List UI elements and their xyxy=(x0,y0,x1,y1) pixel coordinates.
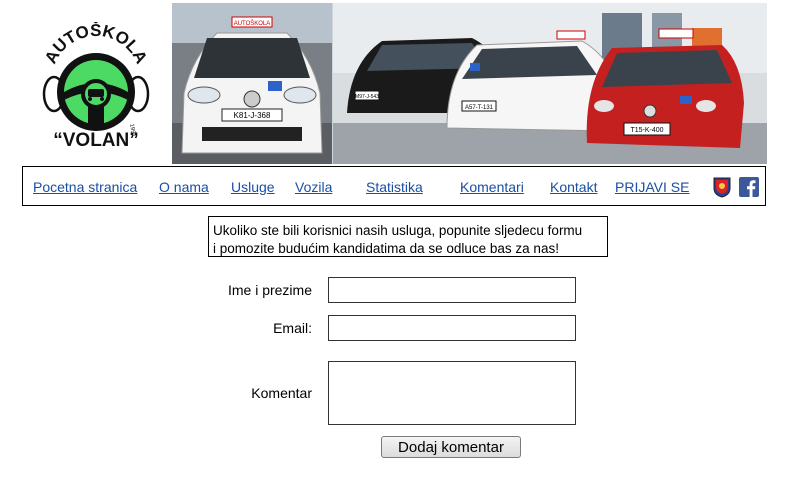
comment-textarea[interactable] xyxy=(328,361,576,425)
nav-link-about[interactable]: O nama xyxy=(159,179,209,195)
nav-link-services[interactable]: Usluge xyxy=(231,179,275,195)
nav-link-home[interactable]: Pocetna stranica xyxy=(33,179,137,195)
nav-link-vehicles[interactable]: Vozila xyxy=(295,179,332,195)
nav-link-contact[interactable]: Kontakt xyxy=(550,179,597,195)
intro-line-2: i pomozite budućim kandidatima da se odl… xyxy=(213,241,559,256)
name-input[interactable] xyxy=(328,277,576,303)
roof-sign-text: AUTOŠKOLA xyxy=(234,20,271,27)
intro-message: Ukoliko ste bili korisnici nasih usluga,… xyxy=(208,216,608,257)
plate-3: T15-K-400 xyxy=(630,127,663,134)
plate-2: A57-T-131 xyxy=(465,105,494,111)
facebook-icon[interactable] xyxy=(739,177,759,202)
nav-link-statistics[interactable]: Statistika xyxy=(366,179,423,195)
main-navigation: Pocetna stranica O nama Usluge Vozila St… xyxy=(22,166,766,206)
name-label: Ime i prezime xyxy=(227,282,312,298)
email-input[interactable] xyxy=(328,315,576,341)
nav-link-comments[interactable]: Komentari xyxy=(460,179,524,195)
comment-label: Komentar xyxy=(251,385,312,401)
email-label: Email: xyxy=(273,320,312,336)
plate-1: K81-J-368 xyxy=(234,111,271,120)
coat-of-arms-icon[interactable] xyxy=(713,177,731,203)
plate-4: M97-J-543 xyxy=(355,94,379,100)
school-logo: AUTOŠKOLA 1991 “VOLAN” xyxy=(30,21,160,152)
submit-comment-button[interactable]: Dodaj komentar xyxy=(381,436,521,458)
intro-line-1: Ukoliko ste bili korisnici nasih usluga,… xyxy=(213,223,583,238)
header-banner-photo: AUTOŠKOLA K81-J-368 M97-J-543 A57-T-131 xyxy=(172,3,767,164)
nav-link-signup[interactable]: PRIJAVI SE xyxy=(615,179,689,195)
logo-bottom-text: “VOLAN” xyxy=(53,130,139,151)
